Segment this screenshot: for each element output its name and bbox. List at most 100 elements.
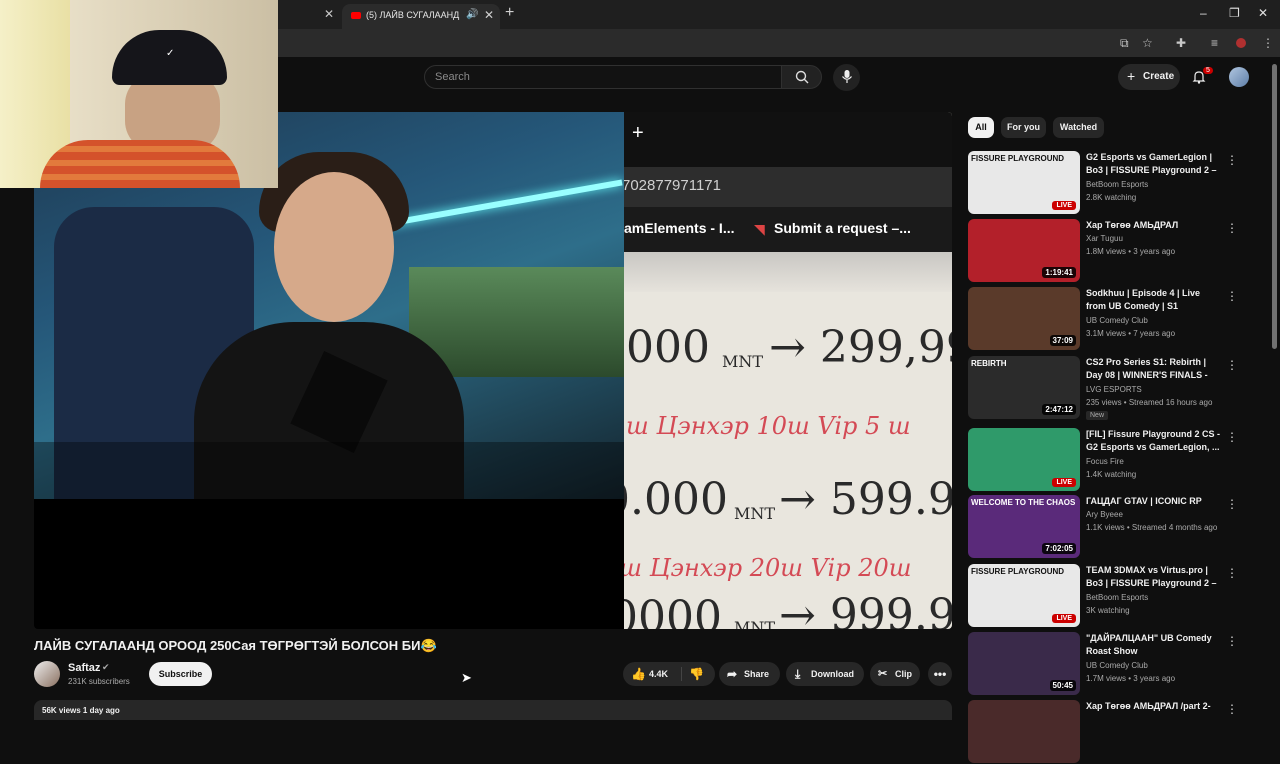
recommendation-title[interactable]: Хар Төгөө АМЬДРАЛ <box>1086 219 1221 232</box>
recommendation-thumbnail[interactable]: REBIRTH 2:47:12 <box>968 356 1080 419</box>
more-options-icon[interactable]: ⋮ <box>1226 358 1238 372</box>
recommendation-thumbnail[interactable]: WELCOME TO THE CHAOS 7:02:05 <box>968 495 1080 558</box>
recommendation-item[interactable]: LIVE [FIL] Fissure Playground 2 CS - G2 E… <box>968 428 1248 492</box>
thumbs-down-icon[interactable]: 👎 <box>689 662 704 686</box>
recommendation-thumbnail[interactable] <box>968 700 1080 763</box>
account-avatar[interactable] <box>1229 67 1249 87</box>
search-button[interactable] <box>781 65 822 89</box>
voice-search-button[interactable] <box>833 64 860 91</box>
viewer-shirt <box>40 140 240 188</box>
recommendation-thumbnail[interactable]: 1:19:41 <box>968 219 1080 282</box>
recommendation-item[interactable]: FISSURE PLAYGROUND LIVE TEAM 3DMAX vs Virt… <box>968 564 1248 628</box>
recommendation-channel[interactable]: UB Comedy Club <box>1086 316 1148 325</box>
recommendation-thumbnail[interactable]: FISSURE PLAYGROUND LIVE <box>968 151 1080 214</box>
description-box[interactable]: 56K views 1 day ago <box>34 700 952 720</box>
recommendation-meta: 3.1M views • 7 years ago <box>1086 329 1176 338</box>
recommendation-item[interactable]: Хар Төгөө АМЬДРАЛ /part 2- ⋮ <box>968 700 1248 764</box>
screen-new-tab-icon: + <box>632 122 644 144</box>
minimize-button[interactable]: – <box>1200 6 1207 20</box>
more-options-icon[interactable]: ⋮ <box>1226 153 1238 167</box>
prev-tab-close-icon[interactable]: ✕ <box>324 7 334 21</box>
tab-close-icon[interactable]: ✕ <box>484 8 494 22</box>
download-label: Download <box>811 669 854 679</box>
recommendation-thumbnail[interactable]: 50:45 <box>968 632 1080 695</box>
bookmark-star-icon[interactable]: ☆ <box>1142 36 1153 50</box>
extensions-icon[interactable]: ✚ <box>1176 36 1186 50</box>
recommendation-title[interactable]: [FIL] Fissure Playground 2 CS - G2 Espor… <box>1086 428 1221 454</box>
shared-screen: + 702877971171 amElements - I... ◥ Submi… <box>484 112 952 629</box>
recommendation-item[interactable]: WELCOME TO THE CHAOS 7:02:05 ГАЦДАГ GTAV |… <box>968 495 1248 559</box>
recommendation-title[interactable]: Sodkhuu | Episode 4 | Live from UB Comed… <box>1086 287 1221 313</box>
tab-title: (5) ЛАЙВ СУГАЛААНД ОРО <box>366 10 462 20</box>
screen-address-bar: 702877971171 <box>622 167 952 207</box>
prize-line3-price: → 599.999 <box>779 474 952 525</box>
filter-chip-all[interactable]: All <box>968 117 994 138</box>
recommendation-title[interactable]: CS2 Pro Series S1: Rebirth | Day 08 | WI… <box>1086 356 1221 382</box>
recommendation-channel[interactable]: Ary Byeee <box>1086 510 1123 519</box>
screen-black-strip <box>480 499 624 629</box>
browser-tab-active[interactable]: (5) ЛАЙВ СУГАЛААНД ОРО 🔊 ✕ <box>342 4 500 29</box>
verified-icon: ✔ <box>102 662 110 672</box>
search-icon <box>795 70 809 84</box>
channel-avatar[interactable] <box>34 661 60 687</box>
recommendation-channel[interactable]: BetBoom Esports <box>1086 593 1148 602</box>
mouse-cursor-icon: ➤ <box>461 670 472 685</box>
duration-badge: 50:45 <box>1049 680 1076 691</box>
recommendation-item[interactable]: REBIRTH 2:47:12 CS2 Pro Series S1: Rebirth… <box>968 356 1248 420</box>
recommendation-title[interactable]: "ДАЙРАЛЦААН" UB Comedy Roast Show <box>1086 632 1221 658</box>
prize-line5-unit: MNT <box>734 618 776 629</box>
sidebar-scrollbar[interactable] <box>1272 64 1277 349</box>
recommendation-meta: 3K watching <box>1086 606 1130 615</box>
more-options-icon[interactable]: ⋮ <box>1226 497 1238 511</box>
recommendation-item[interactable]: 50:45 "ДАЙРАЛЦААН" UB Comedy Roast Show UB… <box>968 632 1248 696</box>
recommendation-title[interactable]: TEAM 3DMAX vs Virtus.pro | Bo3 | FISSURE… <box>1086 564 1221 590</box>
thumbnail-caption: FISSURE PLAYGROUND <box>971 154 1065 163</box>
recommendation-title[interactable]: ГАЦДАГ GTAV | ICONIC RP <box>1086 495 1221 508</box>
create-button[interactable]: + Create <box>1118 64 1180 90</box>
more-options-icon[interactable]: ⋮ <box>1226 634 1238 648</box>
download-button[interactable]: ⤓ Download <box>786 662 864 686</box>
clip-button[interactable]: ✂ Clip <box>870 662 920 686</box>
filter-chip-for-you[interactable]: For you <box>1001 117 1046 138</box>
recommendation-channel[interactable]: Focus Fire <box>1086 457 1124 466</box>
recommendation-item[interactable]: 1:19:41 Хар Төгөө АМЬДРАЛ Xar Tuguu 1.8M vi… <box>968 219 1248 283</box>
thumbs-up-icon[interactable]: 👍 <box>631 662 646 686</box>
channel-name[interactable]: Saftaz <box>68 662 100 674</box>
recommendation-thumbnail[interactable]: FISSURE PLAYGROUND LIVE <box>968 564 1080 627</box>
recommendation-thumbnail[interactable]: LIVE <box>968 428 1080 491</box>
notifications-button[interactable]: 5 <box>1192 67 1213 89</box>
profile-avatar-icon[interactable] <box>1236 38 1246 48</box>
more-actions-button[interactable]: ••• <box>928 662 952 686</box>
more-options-icon[interactable]: ⋮ <box>1226 702 1238 716</box>
share-button[interactable]: ➦ Share <box>719 662 780 686</box>
more-options-icon[interactable]: ⋮ <box>1226 221 1238 235</box>
recommendation-channel[interactable]: Xar Tuguu <box>1086 234 1123 243</box>
more-options-icon[interactable]: ⋮ <box>1226 289 1238 303</box>
close-window-button[interactable]: ✕ <box>1258 6 1268 20</box>
recommendation-title[interactable]: Хар Төгөө АМЬДРАЛ /part 2- <box>1086 700 1221 713</box>
recommendation-thumbnail[interactable]: 37:09 <box>968 287 1080 350</box>
recommendation-channel[interactable]: LVG ESPORTS <box>1086 385 1142 394</box>
screen-address-text: 702877971171 <box>622 177 721 194</box>
recommendation-channel[interactable]: UB Comedy Club <box>1086 661 1148 670</box>
download-icon: ⤓ <box>795 667 801 681</box>
browser-menu-icon[interactable]: ⋮ <box>1262 36 1274 50</box>
new-tab-button[interactable]: + <box>505 4 514 22</box>
recommendation-title[interactable]: G2 Esports vs GamerLegion | Bo3 | FISSUR… <box>1086 151 1221 177</box>
thumbnail-caption: REBIRTH <box>971 359 1007 368</box>
more-options-icon[interactable]: ⋮ <box>1226 430 1238 444</box>
media-control-icon[interactable]: ≡ <box>1211 36 1218 50</box>
recommendation-channel[interactable]: BetBoom Esports <box>1086 180 1148 189</box>
maximize-button[interactable]: ❐ <box>1229 6 1240 20</box>
like-count[interactable]: 4.4K <box>649 662 668 686</box>
subscribe-button[interactable]: Subscribe <box>149 662 212 686</box>
speaker-icon[interactable]: 🔊 <box>466 9 478 20</box>
more-options-icon[interactable]: ⋮ <box>1226 566 1238 580</box>
share-arrow-icon: ➦ <box>727 667 738 681</box>
recommendation-item[interactable]: 37:09 Sodkhuu | Episode 4 | Live from UB … <box>968 287 1248 351</box>
recommendation-item[interactable]: FISSURE PLAYGROUND LIVE G2 Esports vs Game… <box>968 151 1248 215</box>
cast-icon[interactable]: ⧉ <box>1120 36 1129 51</box>
search-input[interactable]: Search <box>424 65 782 89</box>
filter-chip-watched[interactable]: Watched <box>1053 117 1104 138</box>
recommendation-meta: 1.4K watching <box>1086 470 1137 479</box>
